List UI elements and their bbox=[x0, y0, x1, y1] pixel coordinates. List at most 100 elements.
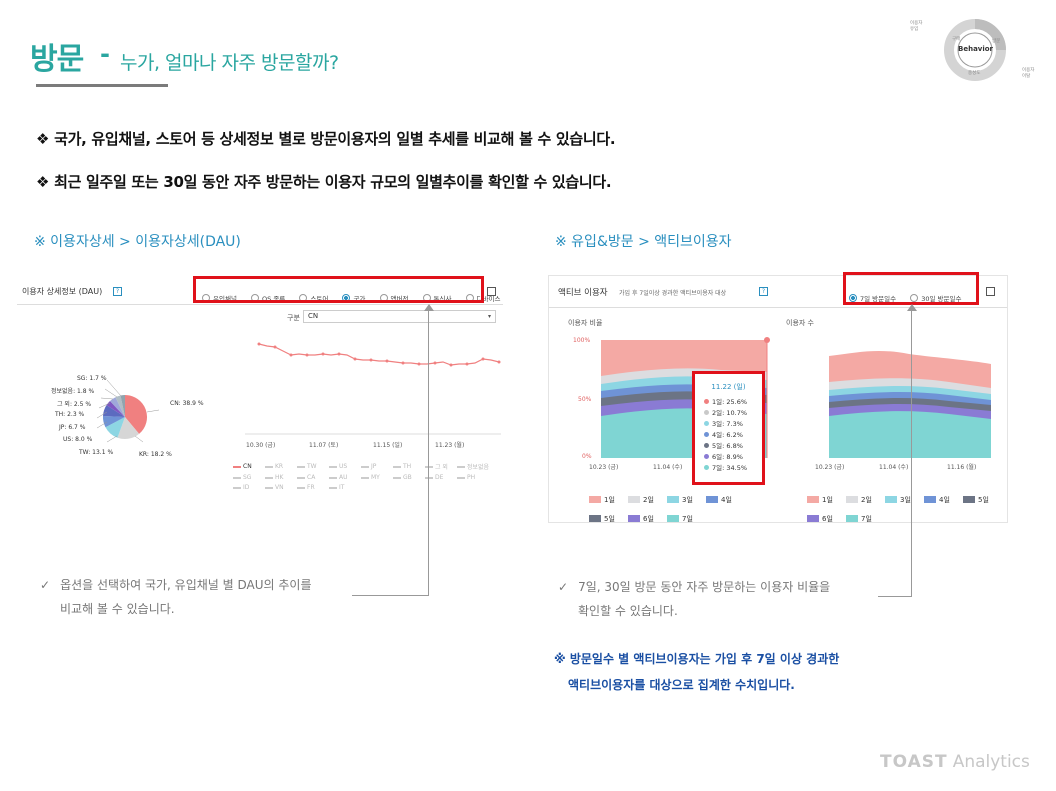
cycle-label-inflow: 이용자 유입 bbox=[910, 21, 923, 32]
legend-item[interactable]: CN bbox=[233, 462, 265, 471]
y-tick: 100% bbox=[573, 337, 591, 344]
right-note: ✓ 7일, 30일 방문 동안 자주 방문하는 이용자 비율을 확인할 수 있습니… bbox=[558, 580, 831, 618]
country-select[interactable]: CN ▾ bbox=[303, 310, 496, 323]
legend-item-2day[interactable]: 2일 bbox=[628, 495, 654, 505]
legend-marker-icon bbox=[265, 476, 273, 479]
pie-label-th: TH: 2.3 % bbox=[55, 411, 85, 418]
legend-item[interactable]: MY bbox=[361, 474, 393, 481]
legend-marker-icon bbox=[393, 465, 401, 468]
x-tick: 11.04 (수) bbox=[879, 464, 909, 471]
legend-item[interactable]: IT bbox=[329, 484, 361, 491]
legend-item-3day[interactable]: 3일 bbox=[885, 495, 911, 505]
legend-item-3day[interactable]: 3일 bbox=[667, 495, 693, 505]
legend-marker-icon bbox=[393, 476, 401, 479]
legend-item[interactable]: SG bbox=[233, 474, 265, 481]
legend-item[interactable]: GB bbox=[393, 474, 425, 481]
active-user-card: 액티브 이용자 가입 후 7일이상 경과한 액티브이용자 대상 ? 7일 방문일… bbox=[548, 275, 1008, 523]
legend-item-4day[interactable]: 4일 bbox=[706, 495, 732, 505]
legend-item-6day[interactable]: 6일 bbox=[628, 514, 654, 524]
legend-dot-icon bbox=[704, 454, 709, 459]
connector-line bbox=[911, 306, 912, 597]
pie-label-kr: KR: 18.2 % bbox=[139, 451, 172, 458]
tooltip-row: 1일: 25.6% bbox=[704, 397, 762, 408]
legend-item[interactable]: KR bbox=[265, 462, 297, 471]
brand-logo-mark: TOAST bbox=[880, 752, 948, 772]
y-tick: 50% bbox=[578, 396, 592, 403]
active-card-title: 액티브 이용자 bbox=[558, 288, 608, 298]
pie-label-cn: CN: 38.9 % bbox=[170, 400, 204, 407]
left-note: ✓ 옵션을 선택하여 국가, 유입채널 별 DAU의 추이를 비교해 볼 수 있습… bbox=[40, 578, 312, 616]
legend-item[interactable]: FR bbox=[297, 484, 329, 491]
x-tick: 10.23 (금) bbox=[589, 464, 619, 471]
country-select-value: CN bbox=[308, 312, 319, 320]
legend-marker-icon bbox=[361, 465, 369, 468]
legend-marker-icon bbox=[361, 476, 369, 479]
legend-item-1day[interactable]: 1일 bbox=[589, 495, 615, 505]
check-icon: ✓ bbox=[40, 578, 51, 592]
legend-item[interactable]: 그 외 bbox=[425, 462, 457, 471]
help-icon[interactable]: ? bbox=[113, 287, 122, 296]
x-tick: 11.07 (토) bbox=[309, 442, 339, 449]
dau-card-title: 이용자 상세정보 (DAU) bbox=[22, 287, 103, 296]
legend-item-7day[interactable]: 7일 bbox=[667, 514, 693, 524]
x-tick: 11.16 (월) bbox=[947, 464, 977, 471]
legend-dot-icon bbox=[704, 410, 709, 415]
legend-item-4day[interactable]: 4일 bbox=[924, 495, 950, 505]
cycle-label-visit: 방문 bbox=[992, 39, 1001, 44]
dau-line-chart bbox=[245, 342, 501, 435]
legend-row: CN KR TW US JP TH 그 외 정보없음 bbox=[233, 462, 503, 471]
pie-label-sg: SG: 1.7 % bbox=[77, 375, 107, 382]
tooltip-date: 11.22 (일) bbox=[711, 383, 746, 391]
tooltip-row: 3일: 7.3% bbox=[704, 419, 762, 430]
external-link-icon[interactable] bbox=[487, 287, 496, 296]
tooltip-row: 5일: 6.8% bbox=[704, 441, 762, 452]
active-user-footnote: ※ 방문일수 별 액티브이용자는 가입 후 7일 이상 경과한 액티브이용자를 … bbox=[554, 652, 840, 692]
connector-line bbox=[878, 596, 912, 597]
title-underline bbox=[36, 84, 168, 87]
legend-item[interactable]: 정보없음 bbox=[457, 462, 489, 471]
legend-item[interactable]: HK bbox=[265, 474, 297, 481]
x-tick: 10.30 (금) bbox=[246, 442, 276, 449]
legend-item[interactable]: TW bbox=[297, 462, 329, 471]
cycle-label-churn: 이용자 이탈 bbox=[1022, 68, 1035, 79]
legend-dot-icon bbox=[704, 432, 709, 437]
brand-logo: TOAST Analytics bbox=[880, 752, 1030, 772]
cycle-label-purchase: 구매 bbox=[952, 37, 961, 42]
dau-card: 이용자 상세정보 (DAU) ? 유입채널 OS 종류 스토어 국가 앱버전 통… bbox=[17, 276, 503, 520]
legend-item-5day[interactable]: 5일 bbox=[963, 495, 989, 505]
legend-item-2day[interactable]: 2일 bbox=[846, 495, 872, 505]
right-section-heading: ※ 유입&방문 > 액티브이용자 bbox=[555, 234, 732, 250]
help-icon[interactable]: ? bbox=[759, 287, 768, 296]
connector-line bbox=[352, 595, 429, 596]
pie-label-us: US: 8.0 % bbox=[63, 436, 93, 443]
legend-item[interactable]: TH bbox=[393, 462, 425, 471]
tooltip-row: 7일: 34.5% bbox=[704, 463, 762, 474]
y-tick: 0% bbox=[582, 453, 592, 460]
legend-item[interactable]: US bbox=[329, 462, 361, 471]
legend-marker-icon bbox=[457, 465, 465, 468]
legend-item-5day[interactable]: 5일 bbox=[589, 514, 615, 524]
legend-dot-icon bbox=[704, 443, 709, 448]
legend-dot-icon bbox=[704, 465, 709, 470]
legend-item[interactable]: PH bbox=[457, 474, 489, 481]
legend-marker-icon bbox=[329, 465, 337, 468]
legend-item[interactable]: JP bbox=[361, 462, 393, 471]
legend-item-7day[interactable]: 7일 bbox=[846, 514, 872, 524]
pie-label-unknown: 정보없음: 1.8 % bbox=[51, 388, 95, 395]
legend-item[interactable]: CA bbox=[297, 474, 329, 481]
title-dash: - bbox=[100, 40, 110, 68]
legend-marker-icon bbox=[233, 476, 241, 479]
external-link-icon[interactable] bbox=[986, 287, 995, 296]
legend-item[interactable]: ID bbox=[233, 484, 265, 491]
legend-item[interactable]: AU bbox=[329, 474, 361, 481]
pie-label-etc: 그 외: 2.5 % bbox=[57, 401, 92, 408]
legend-marker-icon bbox=[425, 476, 433, 479]
tooltip-row: 6일: 8.9% bbox=[704, 452, 762, 463]
legend-item-1day[interactable]: 1일 bbox=[807, 495, 833, 505]
legend-row: SG HK CA AU MY GB DE PH bbox=[233, 474, 503, 481]
legend-item[interactable]: DE bbox=[425, 474, 457, 481]
legend-item-6day[interactable]: 6일 bbox=[807, 514, 833, 524]
page-subtitle: 누가, 얼마나 자주 방문할까? bbox=[120, 52, 339, 74]
legend-marker-icon bbox=[329, 486, 337, 489]
legend-item[interactable]: VN bbox=[265, 484, 297, 491]
